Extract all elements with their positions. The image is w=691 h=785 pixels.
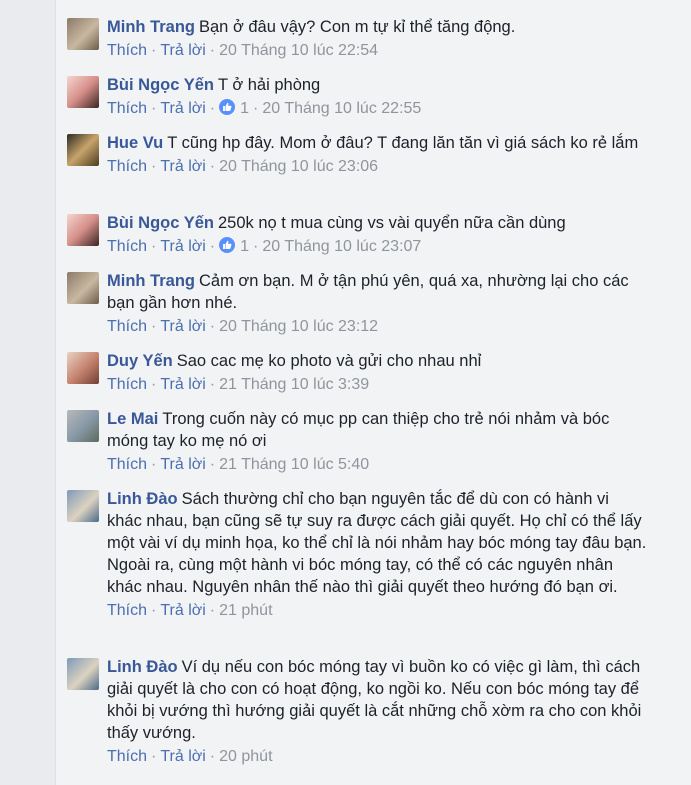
comment-time[interactable]: 20 Tháng 10 lúc 22:55 (262, 100, 421, 117)
comment-author[interactable]: Minh Trang (107, 18, 195, 36)
like-link[interactable]: Thích (107, 42, 147, 59)
avatar[interactable] (67, 18, 99, 50)
comment-text: Sao cac mẹ ko photo và gửi cho nhau nhỉ (176, 352, 482, 370)
separator: · (209, 100, 216, 117)
comment-text: T cũng hp đây. Mom ở đâu? T đang lăn tăn… (167, 134, 639, 152)
comment-content: Minh Trang Bạn ở đâu vậy? Con m tự kỉ thể… (107, 16, 647, 38)
separator: · (151, 42, 157, 59)
comment-time[interactable]: 21 Tháng 10 lúc 5:40 (219, 456, 369, 473)
comment-author[interactable]: Duy Yến (107, 352, 173, 370)
separator: · (151, 456, 157, 473)
like-reaction-icon[interactable] (219, 237, 236, 253)
reply-link[interactable]: Trả lời (160, 376, 205, 393)
comment-text: T ở hải phòng (217, 76, 321, 94)
separator: · (209, 602, 216, 619)
comment-author[interactable]: Bùi Ngọc Yến (107, 76, 214, 94)
avatar[interactable] (67, 658, 99, 690)
reply-link[interactable]: Trả lời (160, 602, 205, 619)
comment-time[interactable]: 20 phút (219, 748, 272, 765)
comment-content: Minh Trang Cảm ơn bạn. M ở tận phú yên, q… (107, 270, 647, 314)
comment-text: Bạn ở đâu vậy? Con m tự kỉ thể tăng động… (199, 18, 516, 36)
like-link[interactable]: Thích (107, 100, 147, 117)
comment-time[interactable]: 20 Tháng 10 lúc 23:12 (219, 318, 378, 335)
separator: · (151, 602, 157, 619)
separator: · (209, 238, 216, 255)
separator: · (209, 376, 216, 393)
comment-text: Trong cuốn này có mục pp can thiệp cho t… (107, 410, 610, 450)
comment-author[interactable]: Bùi Ngọc Yến (107, 214, 214, 232)
separator: · (151, 318, 157, 335)
comment-time[interactable]: 21 phút (219, 602, 272, 619)
separator: · (209, 456, 216, 473)
separator: · (151, 376, 157, 393)
comment-author[interactable]: Hue Vu (107, 134, 163, 152)
reaction-count[interactable]: 1 (240, 238, 249, 255)
separator: · (253, 238, 259, 255)
separator: · (151, 100, 157, 117)
like-link[interactable]: Thích (107, 158, 147, 175)
reaction-count[interactable]: 1 (240, 100, 249, 117)
separator: · (151, 238, 157, 255)
comment-time[interactable]: 20 Tháng 10 lúc 23:07 (262, 238, 421, 255)
separator: · (209, 318, 216, 335)
avatar[interactable] (67, 214, 99, 246)
like-link[interactable]: Thích (107, 456, 147, 473)
comment-text: 250k nọ t mua cùng vs vài quyển nữa cần … (217, 214, 566, 232)
separator: · (151, 748, 157, 765)
reply-link[interactable]: Trả lời (160, 100, 205, 117)
like-link[interactable]: Thích (107, 376, 147, 393)
avatar[interactable] (67, 352, 99, 384)
avatar[interactable] (67, 76, 99, 108)
like-link[interactable]: Thích (107, 238, 147, 255)
avatar[interactable] (67, 410, 99, 442)
comment-time[interactable]: 20 Tháng 10 lúc 23:06 (219, 158, 378, 175)
reply-link[interactable]: Trả lời (160, 748, 205, 765)
like-link[interactable]: Thích (107, 602, 147, 619)
comment-content: Bùi Ngọc Yến T ở hải phòng (107, 74, 647, 96)
reply-link[interactable]: Trả lời (160, 158, 205, 175)
separator: · (151, 158, 157, 175)
reply-link[interactable]: Trả lời (160, 238, 205, 255)
comment-content: Bùi Ngọc Yến 250k nọ t mua cùng vs vài qu… (107, 212, 647, 234)
comment-time[interactable]: 21 Tháng 10 lúc 3:39 (219, 376, 369, 393)
comment-content: Linh Đào Ví dụ nếu con bóc móng tay vì bu… (107, 656, 647, 744)
comment-content: Linh Đào Sách thường chỉ cho bạn nguyên t… (107, 488, 647, 598)
comment-author[interactable]: Le Mai (107, 410, 158, 428)
comment-text: Sách thường chỉ cho bạn nguyên tắc để dù… (107, 490, 647, 596)
avatar[interactable] (67, 490, 99, 522)
reply-link[interactable]: Trả lời (160, 42, 205, 59)
comment-text: Ví dụ nếu con bóc móng tay vì buồn ko có… (107, 658, 642, 742)
comment-content: Hue Vu T cũng hp đây. Mom ở đâu? T đang l… (107, 132, 647, 154)
separator: · (209, 748, 216, 765)
comment-content: Duy Yến Sao cac mẹ ko photo và gửi cho nh… (107, 350, 647, 372)
avatar[interactable] (67, 272, 99, 304)
comment-author[interactable]: Linh Đào (107, 490, 178, 508)
like-link[interactable]: Thích (107, 748, 147, 765)
reply-link[interactable]: Trả lời (160, 318, 205, 335)
comment-author[interactable]: Linh Đào (107, 658, 178, 676)
separator: · (209, 158, 216, 175)
comment-time[interactable]: 20 Tháng 10 lúc 22:54 (219, 42, 378, 59)
comment-author[interactable]: Minh Trang (107, 272, 195, 290)
reply-link[interactable]: Trả lời (160, 456, 205, 473)
separator: · (253, 100, 259, 117)
comment-content: Le Mai Trong cuốn này có mục pp can thiệp… (107, 408, 647, 452)
avatar[interactable] (67, 134, 99, 166)
like-link[interactable]: Thích (107, 318, 147, 335)
separator: · (209, 42, 216, 59)
like-reaction-icon[interactable] (219, 99, 236, 115)
